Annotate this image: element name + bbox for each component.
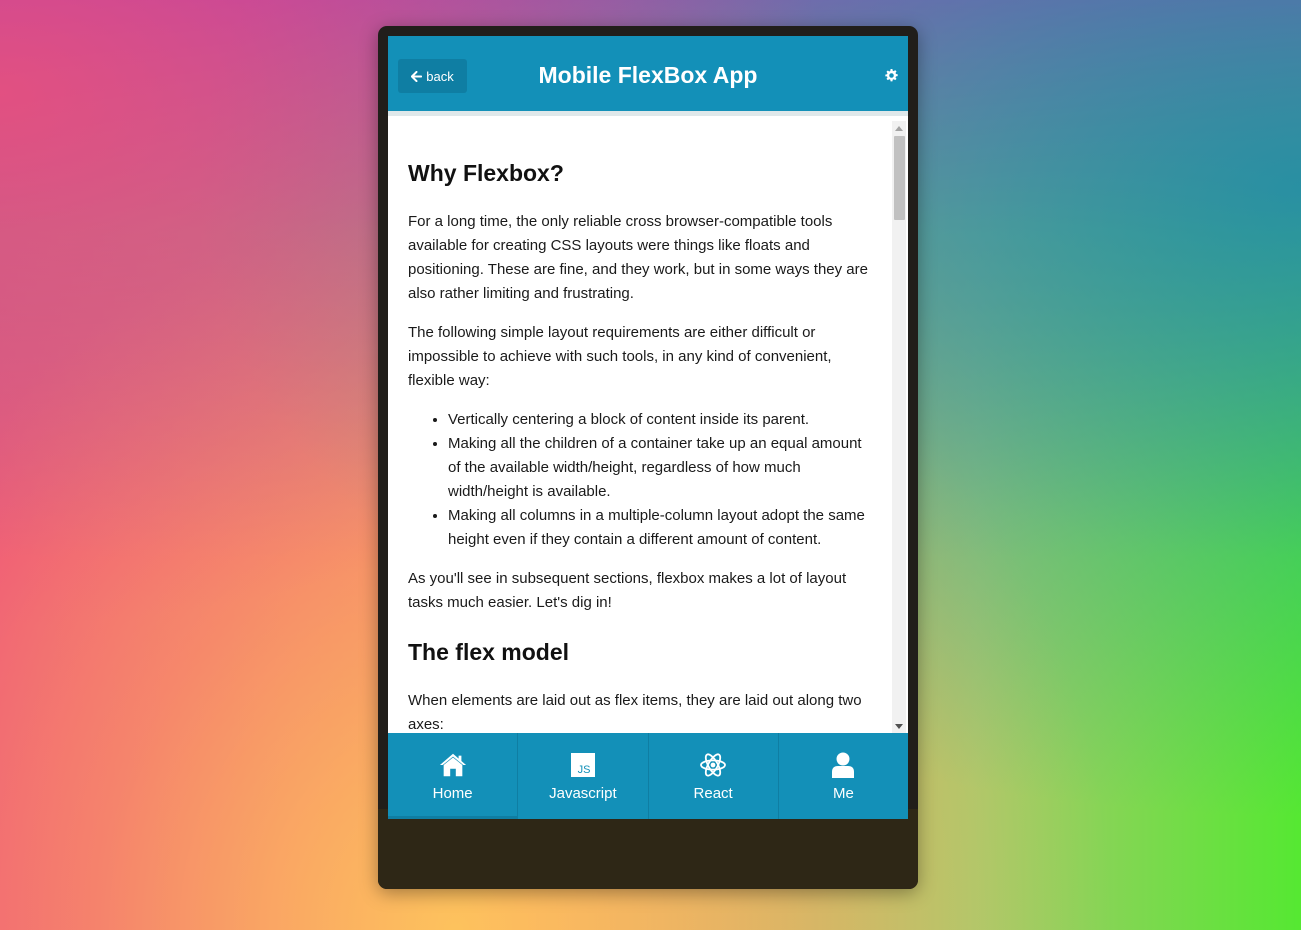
tab-label: Me (832, 784, 854, 802)
tab-label: Javascript (549, 784, 617, 802)
requirements-list: Vertically centering a block of content … (448, 408, 873, 552)
user-icon (829, 751, 857, 779)
scroll-up-arrow-icon[interactable] (892, 121, 906, 135)
tab-javascript[interactable]: JS Javascript (517, 733, 647, 819)
list-item: Vertically centering a block of content … (448, 408, 873, 432)
app-screen: back Mobile FlexBox App Why Flexbox? For… (388, 36, 908, 819)
js-icon: JS (569, 751, 597, 779)
phone-bottom (378, 809, 918, 889)
app-header: back Mobile FlexBox App (388, 36, 908, 116)
react-icon (699, 751, 727, 779)
list-item: Making all the children of a container t… (448, 432, 873, 504)
scrollbar-thumb[interactable] (894, 136, 905, 220)
paragraph-requirements: The following simple layout requirements… (408, 324, 832, 389)
tab-home[interactable]: Home (388, 733, 518, 819)
paragraph-flex-items: When elements are laid out as flex items… (408, 692, 862, 733)
content-area[interactable]: Why Flexbox? For a long time, the only r… (388, 121, 908, 733)
phone-frame: back Mobile FlexBox App Why Flexbox? For… (378, 26, 918, 889)
tab-me[interactable]: Me (777, 733, 908, 819)
svg-text:JS: JS (577, 764, 590, 776)
tab-react[interactable]: React (647, 733, 778, 819)
app-title: Mobile FlexBox App (538, 62, 758, 88)
gear-icon[interactable] (885, 69, 898, 82)
list-item: Making all columns in a multiple-column … (448, 504, 873, 552)
heading-why-flexbox: Why Flexbox? (408, 160, 564, 186)
home-icon (439, 751, 467, 779)
scroll-down-arrow-icon[interactable] (892, 719, 906, 733)
heading-flex-model: The flex model (408, 639, 570, 665)
paragraph-subsequent: As you'll see in subsequent sections, fl… (408, 570, 847, 611)
tab-label: React (693, 784, 733, 802)
tab-label: Home (432, 784, 473, 802)
bottom-tab-bar: Home JS Javascript React Me (388, 733, 908, 819)
scrollbar[interactable] (892, 121, 906, 733)
paragraph-intro: For a long time, the only reliable cross… (408, 213, 868, 302)
